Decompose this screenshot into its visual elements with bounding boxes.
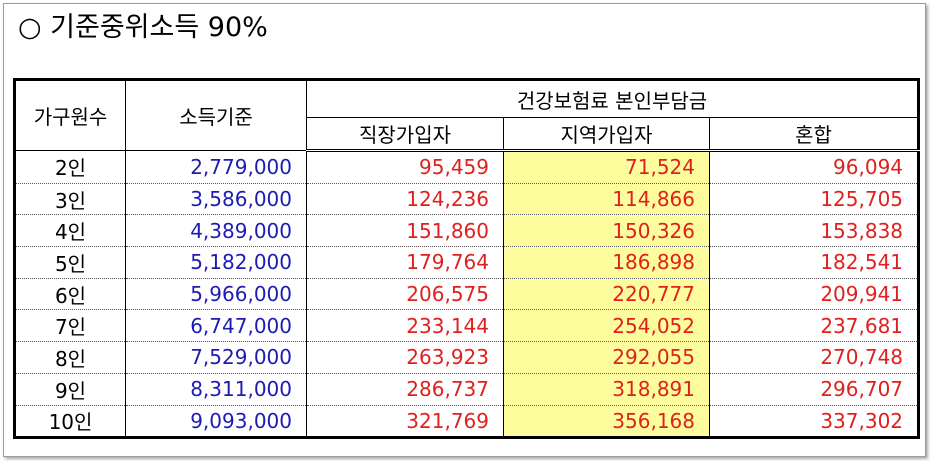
section-title: ○ 기준중위소득 90% — [18, 12, 268, 43]
regional-premium-cell: 71,524 — [503, 150, 710, 184]
mixed-premium-cell: 125,705 — [708, 183, 920, 216]
household-size-cell: 4인 — [14, 214, 126, 248]
household-size-cell: 5인 — [14, 246, 126, 279]
income-cell: 4,389,000 — [125, 214, 307, 248]
workplace-premium-cell: 124,236 — [306, 183, 504, 216]
table-row: 4인 4,389,000 151,860 150,326 153,838 — [14, 214, 920, 248]
household-size-cell: 6인 — [14, 278, 126, 311]
household-size-cell: 9인 — [14, 373, 126, 406]
mixed-premium-cell: 337,302 — [708, 405, 920, 440]
table-row: 7인 6,747,000 233,144 254,052 237,681 — [14, 309, 920, 343]
regional-premium-cell: 318,891 — [503, 373, 710, 406]
header-income-standard: 소득기준 — [125, 79, 307, 151]
regional-premium-cell: 114,866 — [503, 183, 710, 216]
workplace-premium-cell: 321,769 — [306, 405, 504, 440]
header-household-size: 가구원수 — [14, 79, 126, 151]
regional-premium-cell: 356,168 — [503, 405, 710, 440]
table-row: 10인 9,093,000 321,769 356,168 337,302 — [14, 405, 920, 440]
regional-premium-cell: 254,052 — [503, 309, 710, 343]
header-mixed: 혼합 — [708, 117, 920, 152]
income-cell: 8,311,000 — [125, 373, 307, 406]
mixed-premium-cell: 209,941 — [708, 278, 920, 311]
household-size-cell: 2인 — [14, 150, 126, 184]
income-cell: 5,182,000 — [125, 246, 307, 279]
household-size-cell: 3인 — [14, 183, 126, 216]
workplace-premium-cell: 286,737 — [306, 373, 504, 406]
header-workplace-subscriber: 직장가입자 — [306, 117, 504, 152]
table-row: 9인 8,311,000 286,737 318,891 296,707 — [14, 373, 920, 406]
mixed-premium-cell: 270,748 — [708, 341, 920, 374]
table-row: 2인 2,779,000 95,459 71,524 96,094 — [14, 150, 920, 184]
header-regional-subscriber: 지역가입자 — [503, 117, 710, 152]
mixed-premium-cell: 182,541 — [708, 246, 920, 279]
income-cell: 9,093,000 — [125, 405, 307, 440]
regional-premium-cell: 292,055 — [503, 341, 710, 374]
income-cell: 6,747,000 — [125, 309, 307, 343]
household-size-cell: 7인 — [14, 309, 126, 343]
regional-premium-cell: 220,777 — [503, 278, 710, 311]
regional-premium-cell: 186,898 — [503, 246, 710, 279]
income-cell: 3,586,000 — [125, 183, 307, 216]
mixed-premium-cell: 237,681 — [708, 309, 920, 343]
regional-premium-cell: 150,326 — [503, 214, 710, 248]
table-row: 6인 5,966,000 206,575 220,777 209,941 — [14, 278, 920, 311]
mixed-premium-cell: 296,707 — [708, 373, 920, 406]
workplace-premium-cell: 179,764 — [306, 246, 504, 279]
income-cell: 5,966,000 — [125, 278, 307, 311]
workplace-premium-cell: 263,923 — [306, 341, 504, 374]
workplace-premium-cell: 95,459 — [306, 150, 504, 184]
mixed-premium-cell: 153,838 — [708, 214, 920, 248]
income-cell: 2,779,000 — [125, 150, 307, 184]
workplace-premium-cell: 233,144 — [306, 309, 504, 343]
mixed-premium-cell: 96,094 — [708, 150, 920, 184]
workplace-premium-cell: 206,575 — [306, 278, 504, 311]
table-row: 5인 5,182,000 179,764 186,898 182,541 — [14, 246, 920, 279]
table-row: 8인 7,529,000 263,923 292,055 270,748 — [14, 341, 920, 374]
household-size-cell: 10인 — [14, 405, 126, 440]
table-row: 3인 3,586,000 124,236 114,866 125,705 — [14, 183, 920, 216]
income-cell: 7,529,000 — [125, 341, 307, 374]
household-size-cell: 8인 — [14, 341, 126, 374]
workplace-premium-cell: 151,860 — [306, 214, 504, 248]
premium-table: 가구원수 소득기준 건강보험료 본인부담금 직장가입자 지역가입자 혼합 2인 … — [13, 78, 921, 440]
header-premium-group: 건강보험료 본인부담금 — [305, 79, 920, 118]
document-frame: ○ 기준중위소득 90% 가구원수 소득기준 건강보험료 본인부담금 직장가입자… — [3, 3, 926, 457]
